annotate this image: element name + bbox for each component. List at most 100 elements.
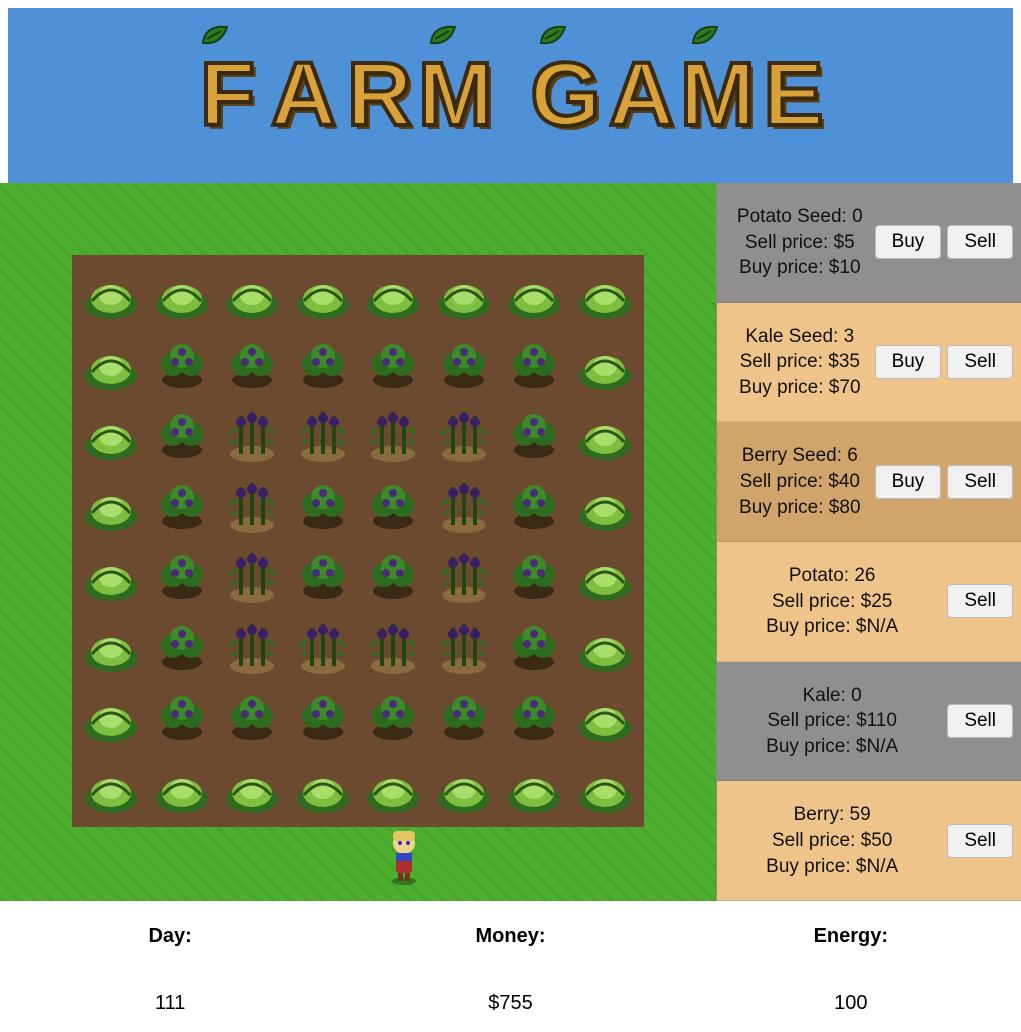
shop-item-buyprice: Buy price: $N/A — [725, 854, 939, 880]
plot-stalk[interactable] — [429, 612, 500, 683]
plot-stalk[interactable] — [429, 541, 500, 612]
plot-bush[interactable] — [217, 330, 288, 401]
plot-bush[interactable] — [147, 400, 218, 471]
plot-stalk[interactable] — [288, 400, 359, 471]
plot-cabbage[interactable] — [570, 753, 641, 824]
plot-cabbage[interactable] — [570, 682, 641, 753]
plot-bush[interactable] — [499, 400, 570, 471]
plot-cabbage[interactable] — [76, 471, 147, 542]
sell-button[interactable]: Sell — [947, 584, 1013, 618]
plot-cabbage[interactable] — [499, 753, 570, 824]
plot-stalk[interactable] — [217, 541, 288, 612]
plot-cabbage[interactable] — [570, 330, 641, 401]
sell-button[interactable]: Sell — [947, 225, 1013, 259]
plot-cabbage[interactable] — [570, 400, 641, 471]
plot-bush[interactable] — [288, 682, 359, 753]
shop-row: Potato: 26Sell price: $25Buy price: $N/A… — [717, 542, 1021, 662]
plot-stalk[interactable] — [429, 471, 500, 542]
plot-cabbage[interactable] — [76, 541, 147, 612]
plot-cabbage[interactable] — [499, 259, 570, 330]
plot-cabbage[interactable] — [288, 753, 359, 824]
shop-item-info: Potato Seed: 0Sell price: $5Buy price: $… — [725, 204, 875, 281]
plot-cabbage[interactable] — [358, 259, 429, 330]
logo-letter: G — [531, 41, 601, 151]
farm-field[interactable] — [0, 183, 716, 901]
plot-cabbage[interactable] — [76, 753, 147, 824]
plot-bush[interactable] — [358, 541, 429, 612]
plot-bush[interactable] — [499, 330, 570, 401]
plot-stalk[interactable] — [358, 612, 429, 683]
buy-button[interactable]: Buy — [875, 465, 942, 499]
plot-cabbage[interactable] — [76, 682, 147, 753]
shop-item-sellprice: Sell price: $50 — [725, 828, 939, 854]
plot-bush[interactable] — [499, 541, 570, 612]
plot-bush[interactable] — [147, 682, 218, 753]
plot-bush[interactable] — [429, 330, 500, 401]
shop-item-buyprice: Buy price: $N/A — [725, 734, 939, 760]
plot-cabbage[interactable] — [76, 259, 147, 330]
buy-button[interactable]: Buy — [875, 225, 942, 259]
plot-cabbage[interactable] — [570, 259, 641, 330]
plot-bush[interactable] — [499, 471, 570, 542]
sell-button[interactable]: Sell — [947, 824, 1013, 858]
plot-cabbage[interactable] — [429, 259, 500, 330]
plot-bush[interactable] — [288, 471, 359, 542]
plot-bush[interactable] — [358, 682, 429, 753]
shop-item-buyprice: Buy price: $70 — [725, 375, 875, 401]
plot-cabbage[interactable] — [217, 259, 288, 330]
money-label: Money: — [340, 925, 680, 948]
plot-cabbage[interactable] — [76, 612, 147, 683]
logo-letter: E — [759, 41, 829, 151]
shop-item-buttons: BuySell — [875, 225, 1013, 259]
logo-word-2: GAME — [531, 41, 829, 151]
plot-bush[interactable] — [499, 682, 570, 753]
plot-cabbage[interactable] — [570, 612, 641, 683]
plot-cabbage[interactable] — [147, 753, 218, 824]
plot-bush[interactable] — [429, 682, 500, 753]
shop-item-sellprice: Sell price: $5 — [725, 230, 875, 256]
plot-bush[interactable] — [147, 471, 218, 542]
plot-cabbage[interactable] — [147, 259, 218, 330]
sell-button[interactable]: Sell — [947, 465, 1013, 499]
shop-item-info: Berry: 59Sell price: $50Buy price: $N/A — [725, 802, 939, 879]
plot-bush[interactable] — [358, 471, 429, 542]
logo-letter: F — [193, 41, 263, 151]
sell-button[interactable]: Sell — [947, 345, 1013, 379]
plot-cabbage[interactable] — [76, 330, 147, 401]
sell-button[interactable]: Sell — [947, 704, 1013, 738]
plot-cabbage[interactable] — [570, 541, 641, 612]
player-character[interactable] — [380, 829, 428, 885]
plot-cabbage[interactable] — [217, 753, 288, 824]
plot-bush[interactable] — [147, 541, 218, 612]
shop-item-buyprice: Buy price: $N/A — [725, 614, 939, 640]
plot-stalk[interactable] — [217, 471, 288, 542]
plot-cabbage[interactable] — [429, 753, 500, 824]
plot-stalk[interactable] — [288, 612, 359, 683]
shop-row: Berry Seed: 6Sell price: $40Buy price: $… — [717, 422, 1021, 542]
shop-item-name: Kale Seed: 3 — [725, 324, 875, 350]
buy-button[interactable]: Buy — [875, 345, 942, 379]
plot-stalk[interactable] — [217, 612, 288, 683]
game-header: FARM GAME — [8, 8, 1013, 183]
plot-cabbage[interactable] — [570, 471, 641, 542]
plot-bush[interactable] — [147, 612, 218, 683]
plot-cabbage[interactable] — [76, 400, 147, 471]
logo-word-1: FARM — [193, 41, 491, 151]
logo-letter: M — [421, 41, 491, 151]
plot-bush[interactable] — [147, 330, 218, 401]
plot-stalk[interactable] — [217, 400, 288, 471]
plot-bush[interactable] — [358, 330, 429, 401]
shop-item-info: Potato: 26Sell price: $25Buy price: $N/A — [725, 563, 939, 640]
shop-row: Kale Seed: 3Sell price: $35Buy price: $7… — [717, 303, 1021, 423]
shop-item-info: Kale Seed: 3Sell price: $35Buy price: $7… — [725, 324, 875, 401]
plot-cabbage[interactable] — [358, 753, 429, 824]
plot-stalk[interactable] — [358, 400, 429, 471]
plot-bush[interactable] — [288, 541, 359, 612]
plot-bush[interactable] — [288, 330, 359, 401]
plot-stalk[interactable] — [429, 400, 500, 471]
plot-cabbage[interactable] — [288, 259, 359, 330]
plot-bush[interactable] — [217, 682, 288, 753]
shop-item-name: Berry: 59 — [725, 802, 939, 828]
plot-bush[interactable] — [499, 612, 570, 683]
logo-letter: M — [683, 41, 753, 151]
